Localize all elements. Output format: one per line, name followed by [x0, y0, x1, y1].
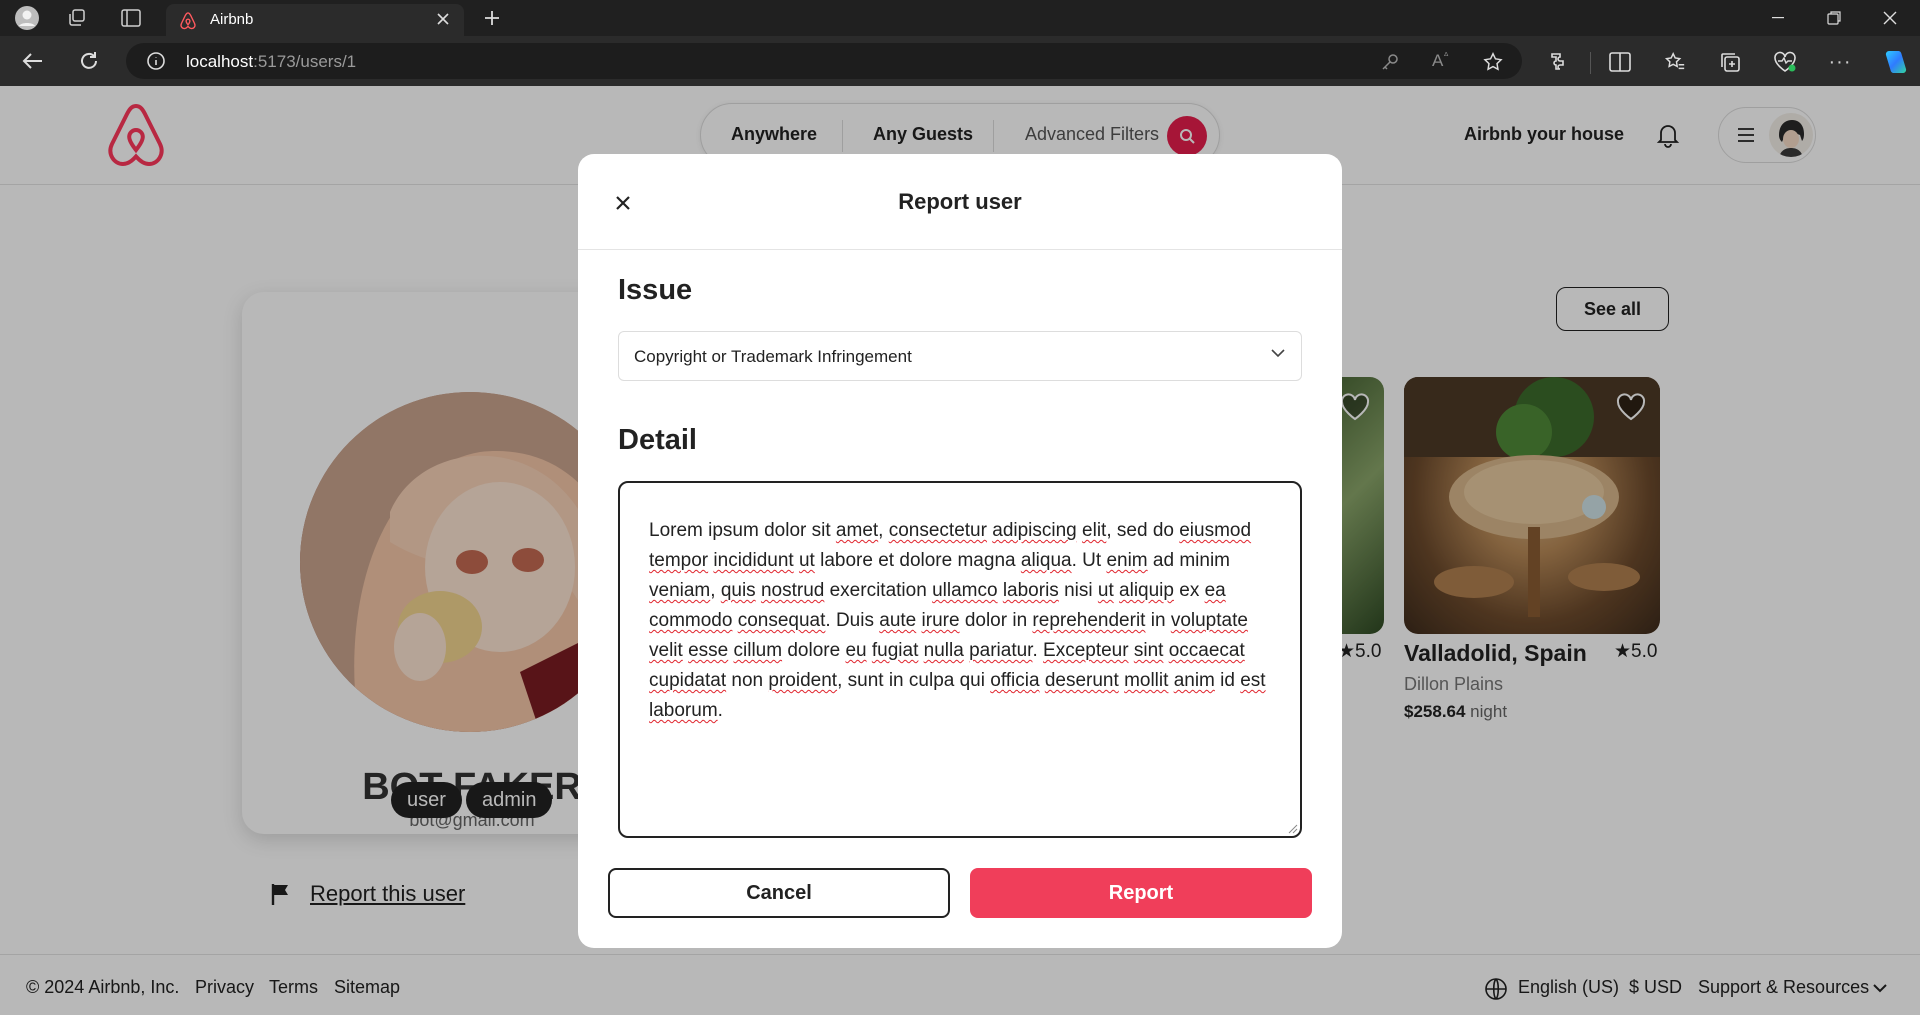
profile-icon[interactable] — [12, 4, 42, 32]
airbnb-favicon-icon — [178, 11, 198, 31]
read-aloud-icon[interactable]: Aᐞ — [1432, 51, 1449, 71]
close-window-icon[interactable] — [1862, 0, 1918, 36]
url-field[interactable]: localhost:5173/users/1 Aᐞ — [126, 43, 1522, 79]
detail-textarea[interactable]: Lorem ipsum dolor sit amet, consectetur … — [618, 481, 1302, 838]
browser-tab[interactable]: Airbnb — [166, 4, 464, 36]
issue-heading: Issue — [618, 274, 693, 306]
modal-title: Report user — [898, 189, 1022, 214]
browser-tab-bar: Airbnb — [0, 0, 1920, 36]
minimize-icon[interactable] — [1750, 0, 1806, 36]
new-tab-icon[interactable] — [478, 4, 506, 32]
tab-title: Airbnb — [210, 11, 254, 28]
chevron-down-icon — [1271, 349, 1285, 358]
cancel-button[interactable]: Cancel — [608, 868, 950, 918]
close-tab-icon[interactable] — [436, 12, 450, 26]
detail-heading: Detail — [618, 424, 697, 456]
url-text: localhost:5173/users/1 — [186, 52, 356, 72]
back-icon[interactable] — [18, 48, 48, 74]
report-button[interactable]: Report — [970, 868, 1312, 918]
favorites-icon[interactable] — [1661, 48, 1689, 76]
site-info-icon[interactable] — [146, 51, 166, 71]
issue-select[interactable]: Copyright or Trademark Infringement — [618, 331, 1302, 381]
collections-icon[interactable] — [1716, 48, 1744, 76]
password-key-icon[interactable] — [1380, 52, 1400, 72]
report-user-modal: Report user Issue Copyright or Trademark… — [578, 154, 1342, 948]
split-screen-icon[interactable] — [1606, 48, 1634, 76]
url-host: localhost — [186, 52, 254, 71]
issue-selected-value: Copyright or Trademark Infringement — [634, 347, 912, 366]
resize-handle-icon[interactable] — [1286, 822, 1298, 834]
copilot-icon[interactable] — [1879, 46, 1911, 78]
extensions-icon[interactable] — [1545, 48, 1573, 76]
toolbar-divider — [1590, 52, 1591, 74]
url-path: :5173/users/1 — [253, 52, 357, 71]
modal-header: Report user — [578, 154, 1342, 250]
refresh-icon[interactable] — [74, 48, 104, 74]
favorite-star-icon[interactable] — [1482, 51, 1504, 73]
browser-essentials-icon[interactable] — [1771, 48, 1799, 76]
tab-actions-icon[interactable] — [116, 4, 146, 32]
detail-text: Lorem ipsum dolor sit amet, consectetur … — [649, 520, 1266, 721]
restore-icon[interactable] — [1806, 0, 1862, 36]
more-options-icon[interactable]: ··· — [1826, 48, 1854, 76]
workspaces-icon[interactable] — [62, 4, 92, 32]
